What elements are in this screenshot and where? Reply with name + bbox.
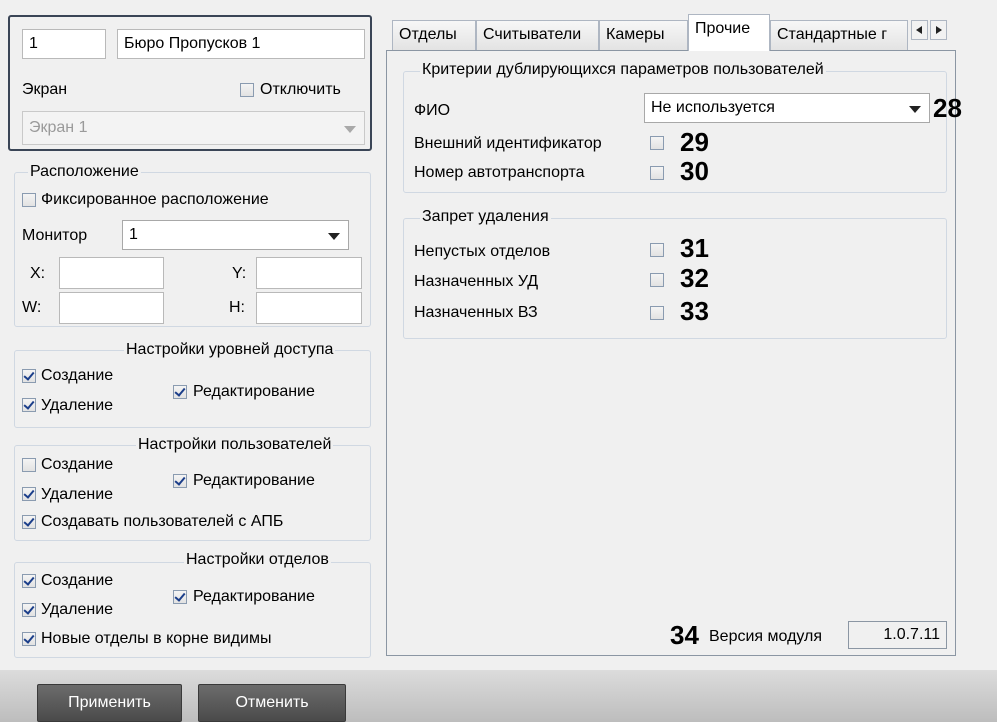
callout-30: 30 <box>680 156 709 186</box>
chevron-down-icon <box>344 126 356 133</box>
callout-33: 33 <box>680 296 709 326</box>
tab-other[interactable]: Прочие <box>688 14 770 51</box>
version-label: Версия модуля <box>709 628 823 645</box>
callout-28: 28 <box>933 93 962 123</box>
w-label: W: <box>22 299 42 316</box>
y-field[interactable] <box>256 257 362 289</box>
h-label: H: <box>229 299 245 316</box>
disable-label: Отключить <box>260 81 341 98</box>
tab-scroll-right-button[interactable] <box>930 20 947 40</box>
w-field[interactable] <box>59 292 164 324</box>
chevron-left-icon <box>916 26 922 34</box>
version-field: 1.0.7.11 <box>848 621 947 649</box>
object-name-field[interactable]: Бюро Пропусков 1 <box>117 29 365 59</box>
users-apb-label: Создавать пользователей с АПБ <box>41 513 284 530</box>
screen-label: Экран <box>22 81 68 98</box>
vehicle-checkbox[interactable] <box>650 166 664 180</box>
chevron-right-icon <box>936 26 942 34</box>
nonempty-label: Непустых отделов <box>414 243 551 260</box>
callout-29: 29 <box>680 127 709 157</box>
fio-select[interactable]: Не используется <box>644 93 930 123</box>
tab-cameras[interactable]: Камеры <box>599 20 688 50</box>
callout-31: 31 <box>680 233 709 263</box>
dept-edit-checkbox[interactable] <box>173 590 187 604</box>
screen-select: Экран 1 <box>22 111 365 145</box>
monitor-select[interactable]: 1 <box>122 220 349 250</box>
chevron-down-icon <box>328 233 340 240</box>
tab-standard[interactable]: Стандартные г <box>770 20 908 50</box>
fixed-location-checkbox[interactable] <box>22 193 36 207</box>
x-field[interactable] <box>59 257 164 289</box>
users-title: Настройки пользователей <box>136 435 334 455</box>
monitor-select-value: 1 <box>129 226 138 243</box>
vehicle-label: Номер автотранспорта <box>414 164 585 181</box>
users-create-checkbox[interactable] <box>22 458 36 472</box>
callout-32: 32 <box>680 263 709 293</box>
users-edit-checkbox[interactable] <box>173 474 187 488</box>
departments-title: Настройки отделов <box>184 550 331 570</box>
criteria-title: Критерии дублирующихся параметров пользо… <box>420 60 826 80</box>
access-create-label: Создание <box>41 367 114 384</box>
external-id-checkbox[interactable] <box>650 136 664 150</box>
fio-label: ФИО <box>414 102 451 119</box>
fixed-location-label: Фиксированное расположение <box>41 191 269 208</box>
screen-select-value: Экран 1 <box>29 119 88 136</box>
access-edit-label: Редактирование <box>193 383 315 400</box>
external-id-label: Внешний идентификатор <box>414 135 602 152</box>
deletion-title: Запрет удаления <box>420 207 551 227</box>
users-delete-checkbox[interactable] <box>22 487 36 501</box>
dept-root-checkbox[interactable] <box>22 632 36 646</box>
assigned-vz-label: Назначенных ВЗ <box>414 304 538 321</box>
object-id-field[interactable]: 1 <box>22 29 106 59</box>
location-group-title: Расположение <box>28 162 141 182</box>
users-apb-checkbox[interactable] <box>22 515 36 529</box>
assigned-ud-checkbox[interactable] <box>650 273 664 287</box>
dept-create-checkbox[interactable] <box>22 574 36 588</box>
access-edit-checkbox[interactable] <box>173 385 187 399</box>
fio-select-value: Не используется <box>651 99 775 116</box>
access-create-checkbox[interactable] <box>22 369 36 383</box>
tab-scroll-left-button[interactable] <box>911 20 928 40</box>
y-label: Y: <box>232 265 247 282</box>
assigned-ud-label: Назначенных УД <box>414 273 539 290</box>
users-edit-label: Редактирование <box>193 472 315 489</box>
monitor-label: Монитор <box>22 227 88 244</box>
chevron-down-icon <box>909 106 921 113</box>
dept-delete-checkbox[interactable] <box>22 603 36 617</box>
h-field[interactable] <box>256 292 362 324</box>
access-delete-checkbox[interactable] <box>22 398 36 412</box>
apply-button[interactable]: Применить <box>37 684 182 722</box>
assigned-vz-checkbox[interactable] <box>650 306 664 320</box>
dept-root-label: Новые отделы в корне видимы <box>41 630 272 647</box>
nonempty-checkbox[interactable] <box>650 243 664 257</box>
dept-delete-label: Удаление <box>41 601 114 618</box>
tab-departments[interactable]: Отделы <box>392 20 476 50</box>
access-delete-label: Удаление <box>41 397 114 414</box>
users-delete-label: Удаление <box>41 486 114 503</box>
dept-edit-label: Редактирование <box>193 588 315 605</box>
cancel-button[interactable]: Отменить <box>198 684 346 722</box>
callout-34: 34 <box>670 620 699 650</box>
tab-readers[interactable]: Считыватели <box>476 20 599 50</box>
version-value: 1.0.7.11 <box>883 626 940 643</box>
x-label: X: <box>30 265 46 282</box>
disable-checkbox[interactable] <box>240 83 254 97</box>
users-create-label: Создание <box>41 456 114 473</box>
dept-create-label: Создание <box>41 572 114 589</box>
access-levels-title: Настройки уровней доступа <box>124 340 336 360</box>
